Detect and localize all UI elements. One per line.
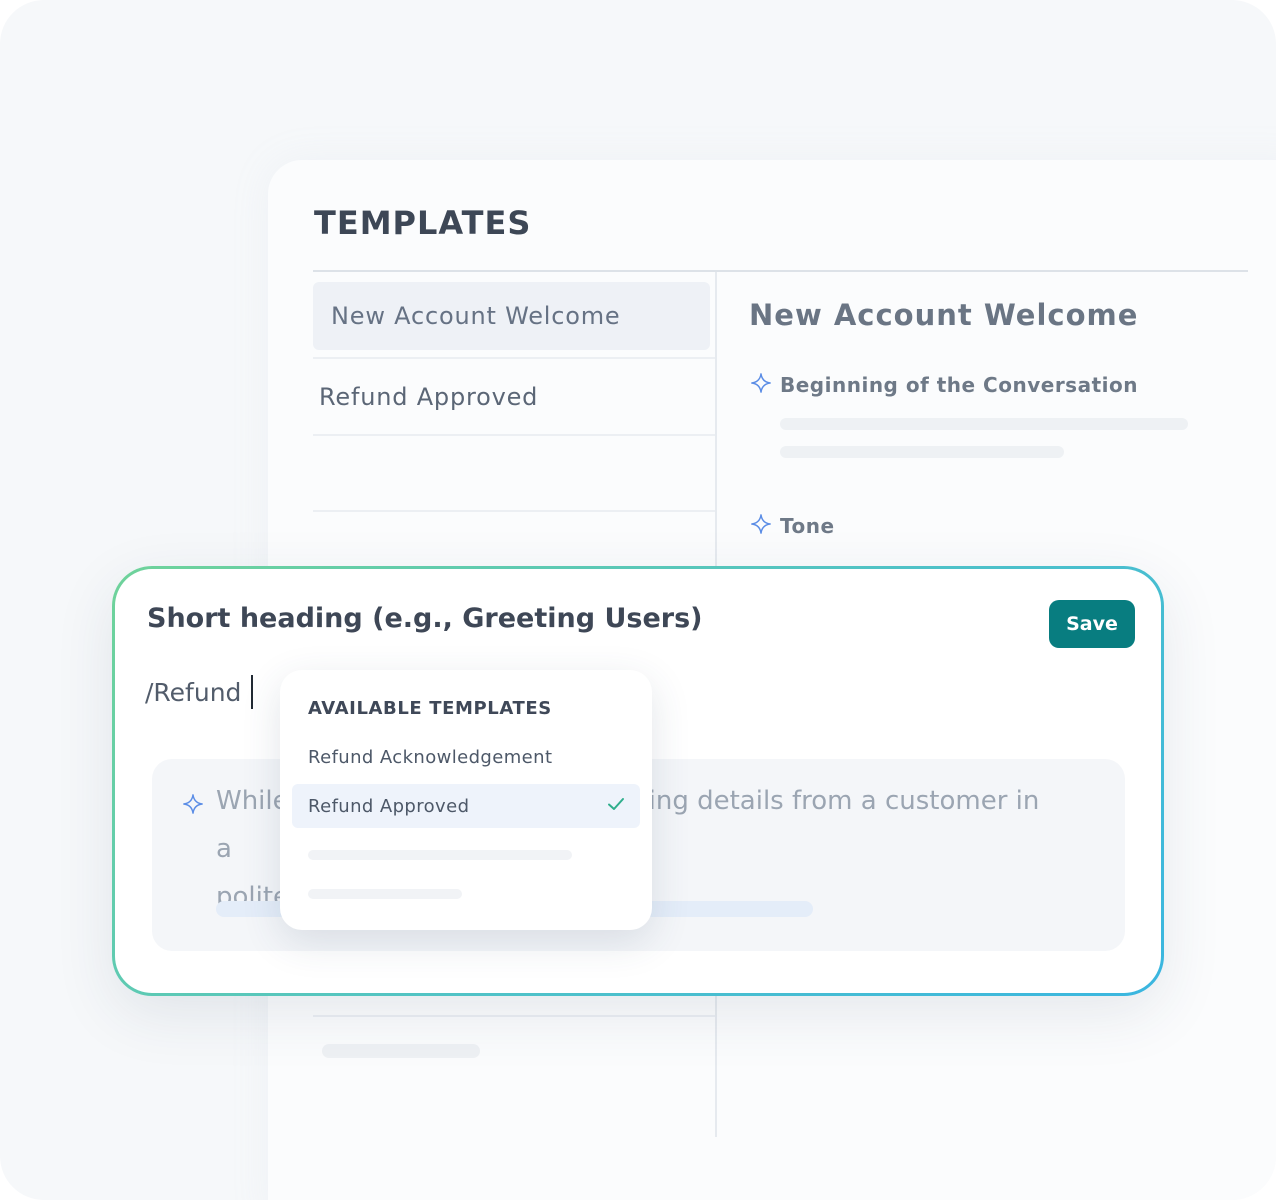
dropdown-title: AVAILABLE TEMPLATES <box>308 698 552 719</box>
row-divider <box>313 510 715 512</box>
template-item-refund-approved[interactable]: Refund Approved <box>313 360 710 434</box>
ai-prompt-line-1-start: While <box>216 786 289 816</box>
row-divider <box>313 1015 715 1017</box>
heading-input[interactable]: Short heading (e.g., Greeting Users) <box>147 603 703 634</box>
dropdown-option-refund-acknowledgement[interactable]: Refund Acknowledgement <box>292 735 640 779</box>
row-divider <box>313 357 715 359</box>
skeleton-line <box>322 1044 480 1058</box>
save-button[interactable]: Save <box>1049 600 1135 648</box>
dropdown-option-refund-approved[interactable]: Refund Approved <box>292 784 640 828</box>
template-item-label: Refund Approved <box>319 383 539 411</box>
detail-section-beginning: Beginning of the Conversation <box>750 372 1138 398</box>
detail-section-label: Tone <box>780 514 835 538</box>
row-divider <box>313 434 715 436</box>
template-suggestions-dropdown: AVAILABLE TEMPLATES Refund Acknowledgeme… <box>280 670 652 930</box>
panel-divider <box>313 270 1248 272</box>
detail-section-label: Beginning of the Conversation <box>780 373 1138 397</box>
text-caret <box>251 675 254 709</box>
template-item-label: New Account Welcome <box>331 302 621 330</box>
detail-section-tone: Tone <box>750 513 835 539</box>
slash-command-input[interactable]: /Refund <box>145 675 254 709</box>
dropdown-option-label: Refund Acknowledgement <box>308 746 553 768</box>
detail-title: New Account Welcome <box>749 298 1139 332</box>
panel-title: TEMPLATES <box>314 204 532 242</box>
check-icon <box>606 794 626 819</box>
dropdown-option-label: Refund Approved <box>308 795 470 817</box>
canvas: TEMPLATES New Account Welcome Refund App… <box>0 0 1276 1200</box>
slash-command-text: /Refund <box>145 677 242 707</box>
sparkle-icon <box>750 513 772 539</box>
template-item-new-account-welcome[interactable]: New Account Welcome <box>313 282 710 350</box>
skeleton-line <box>780 418 1188 430</box>
skeleton-line <box>308 850 572 860</box>
skeleton-line <box>780 446 1064 458</box>
skeleton-line <box>308 889 462 899</box>
sparkle-icon <box>750 372 772 398</box>
